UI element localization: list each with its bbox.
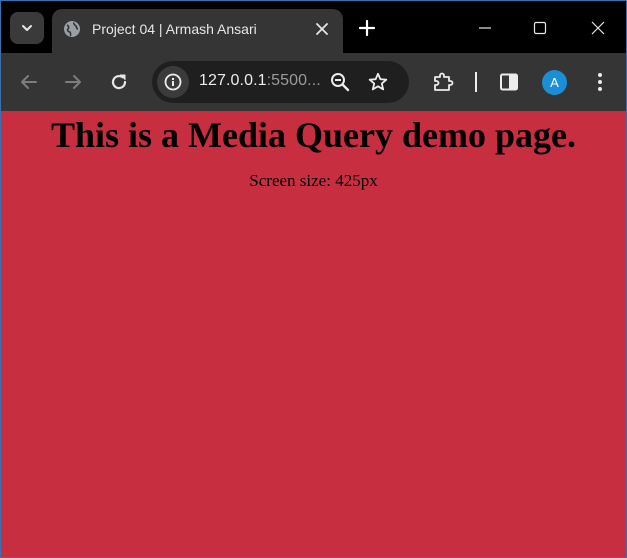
maximize-icon [533,21,547,35]
tab-close-button[interactable] [312,19,332,39]
globe-icon [64,21,80,37]
address-bar[interactable]: 127.0.0.1:5500... [152,61,409,103]
chevron-down-icon [22,25,32,31]
url-host: 127.0.0.1 [199,72,267,89]
browser-toolbar: 127.0.0.1:5500... A [1,53,626,111]
window-close-button[interactable] [583,13,613,43]
maximize-button[interactable] [525,13,555,43]
url-rest: :5500... [266,72,321,89]
arrow-right-icon [65,75,81,89]
bookmark-button[interactable] [366,70,390,94]
star-icon [368,72,388,91]
kebab-menu-icon [598,73,602,91]
close-icon [591,21,605,35]
side-panel-icon [500,73,518,91]
tab-title: Project 04 | Armash Ansari [92,21,257,37]
forward-button[interactable] [59,68,87,96]
browser-window: Project 04 | Armash Ansari 127.0.0.1:550… [0,0,627,558]
site-info-button[interactable] [157,66,189,98]
puzzle-icon [434,72,454,91]
browser-menu-button[interactable] [586,68,614,96]
side-panel-button[interactable] [495,68,523,96]
reload-icon [111,74,127,90]
reload-button[interactable] [105,68,133,96]
plus-icon [359,20,375,36]
tab-active[interactable]: Project 04 | Armash Ansari [52,9,343,53]
screen-size-text: Screen size: 425px [249,171,378,190]
zoom-button[interactable] [328,70,352,94]
page-heading: This is a Media Query demo page. [50,115,576,155]
info-icon [164,73,182,91]
url-text[interactable]: 127.0.0.1:5500... [199,72,321,90]
minimize-button[interactable] [470,13,500,43]
back-button[interactable] [15,68,43,96]
extensions-button[interactable] [429,68,457,96]
tab-strip: Project 04 | Armash Ansari [1,1,626,53]
zoom-out-icon [331,73,350,92]
toolbar-divider [475,72,477,92]
tab-search-button[interactable] [10,12,44,44]
close-icon [316,23,328,35]
minimize-icon [479,27,491,29]
page-viewport: This is a Media Query demo page. Screen … [1,111,626,557]
profile-avatar[interactable]: A [542,70,567,95]
arrow-left-icon [21,75,37,89]
new-tab-button[interactable] [355,16,379,40]
